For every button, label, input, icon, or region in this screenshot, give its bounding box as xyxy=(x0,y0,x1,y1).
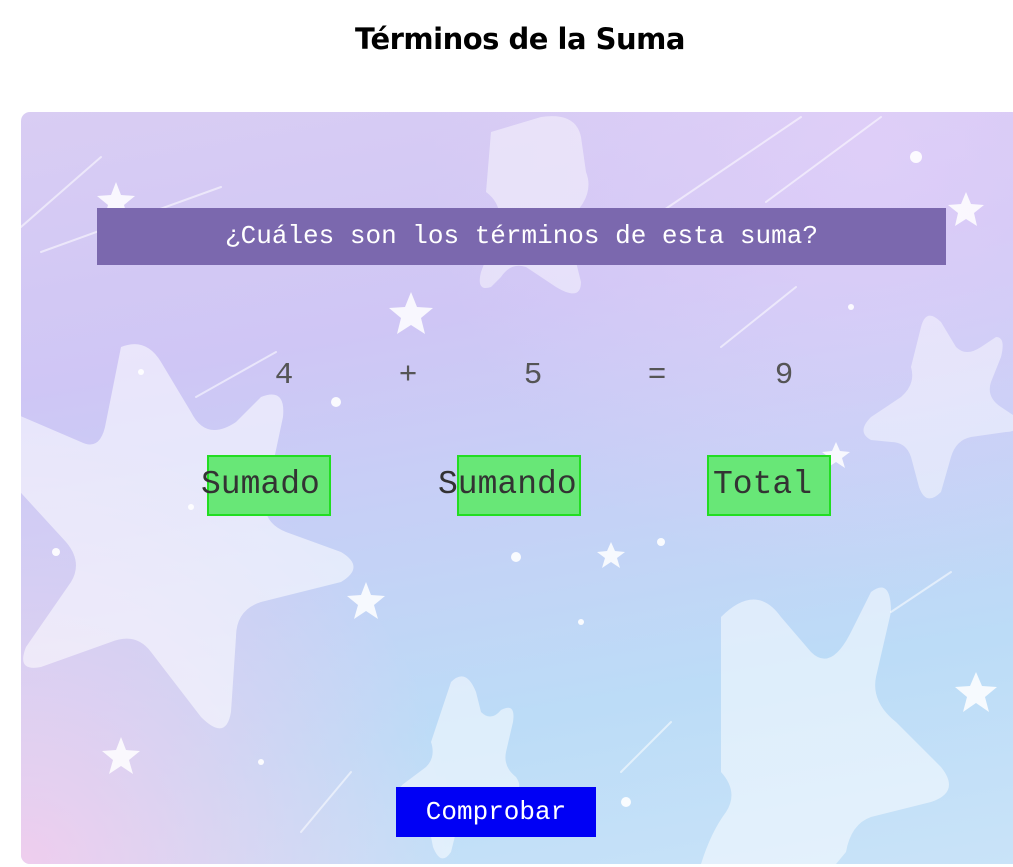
addend-1: 4 xyxy=(274,358,294,393)
draggable-word-sumado[interactable]: Sumado xyxy=(201,467,320,503)
equals-sign: = xyxy=(647,358,667,393)
addend-2: 5 xyxy=(523,358,543,393)
draggable-word-sumando[interactable]: Sumando xyxy=(438,467,577,503)
check-button[interactable]: Comprobar xyxy=(396,787,596,837)
activity-stage: ¿Cuáles son los términos de esta suma? 4… xyxy=(21,112,1013,864)
plus-sign: + xyxy=(398,358,418,393)
question-banner: ¿Cuáles son los términos de esta suma? xyxy=(97,208,946,265)
page-title: Términos de la Suma xyxy=(355,22,685,56)
sum-result: 9 xyxy=(774,358,794,393)
draggable-word-total[interactable]: Total xyxy=(713,467,812,503)
